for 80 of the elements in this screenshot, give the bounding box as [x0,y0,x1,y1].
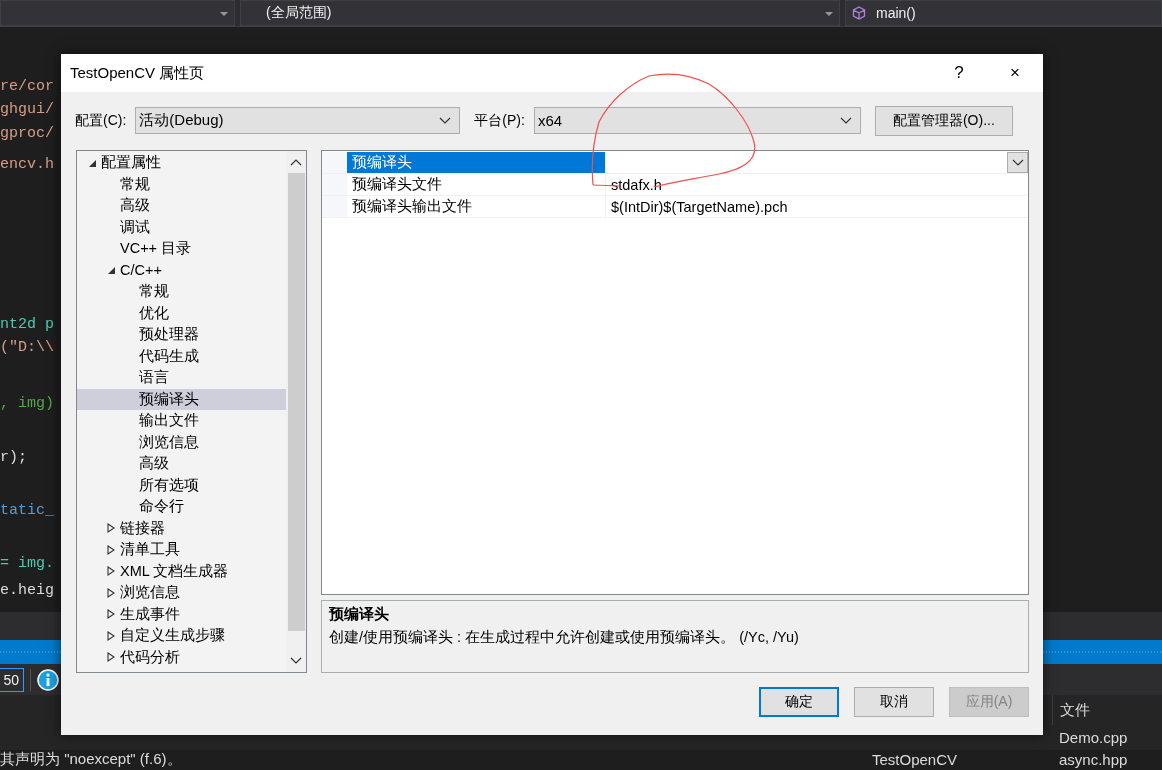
dropdown[interactable]: main() [845,0,1162,26]
column-header: 文件 [1052,695,1162,725]
code-text: re/cor [0,77,54,97]
dialog-button[interactable]: 取消 [854,687,934,717]
platform-label: 平台(P): [474,111,525,130]
chevron-down-icon [290,657,302,665]
tree-item[interactable]: 优化 [77,302,286,324]
window-title: TestOpenCV 属性页 [70,63,206,83]
tree-item[interactable]: 自定义生成步骤 [77,625,286,647]
description-text: 创建/使用预编译头 : 在生成过程中允许创建或使用预编译头。 (/Yc, /Yu) [329,628,800,647]
status-strip [0,640,61,664]
scrollbar-thumb[interactable] [287,173,305,631]
tree-item[interactable]: 调试 [77,216,286,238]
tree-item[interactable]: 预处理器 [77,324,286,346]
code-text: , img) [0,394,54,414]
tree-item[interactable]: 配置属性 [77,152,286,174]
tree-item[interactable]: 输出文件 [77,410,286,432]
configuration-manager-button[interactable]: 配置管理器(O)... [874,105,1013,136]
tree-item[interactable]: 链接器 [77,517,286,539]
caret-icon [220,12,228,16]
chevron-up-icon [290,158,302,166]
tree-item[interactable]: 预编译头 [77,388,286,410]
collapsed-triangle-icon[interactable] [106,566,116,577]
property-name[interactable]: 预编译头 [347,152,605,173]
code-text: e.heig [0,581,54,601]
property-name[interactable]: 预编译头文件 [347,174,605,195]
tree-item[interactable]: 浏览信息 [77,582,286,604]
tree-item[interactable]: 语言 [77,367,286,389]
tree-item[interactable]: 浏览信息 [77,431,286,453]
tree-item[interactable]: 命令行 [77,496,286,518]
tree-item[interactable]: VC++ 目录 [77,238,286,260]
tree-item[interactable]: 代码生成 [77,345,286,367]
code-text: = img. [0,554,54,574]
chevron-down-icon [1011,158,1024,167]
property-value[interactable]: stdafx.h [605,174,1028,195]
tree-item[interactable]: 清单工具 [77,539,286,561]
chevron-down-icon [439,116,452,125]
cube-icon [852,6,866,20]
zoom-field[interactable]: 50 [0,667,24,692]
collapsed-triangle-icon[interactable] [106,652,116,663]
dialog-button[interactable]: 确定 [759,687,839,717]
tree-item[interactable]: XML 文档生成器 [77,560,286,582]
code-text: tatic_ [0,501,54,521]
info-icon[interactable] [37,668,59,691]
tree-item[interactable]: 所有选项 [77,474,286,496]
property-name[interactable]: 预编译头输出文件 [347,196,605,217]
status-text: 其声明为 "noexcept" (f.6)。 [0,750,182,769]
tree-item[interactable]: 高级 [77,195,286,217]
code-text: r); [0,448,27,468]
tree-item[interactable]: C/C++ [77,259,286,281]
configuration-dropdown[interactable]: 活动(Debug) [135,107,461,134]
close-button[interactable]: × [987,54,1043,92]
code-text: ("D:\\ [0,338,54,358]
table-cell: TestOpenCV [872,751,958,768]
caret-icon [825,12,833,16]
dropdown-button[interactable] [1007,152,1028,173]
collapsed-triangle-icon[interactable] [106,609,116,620]
property-value[interactable]: $(IntDir)$(TargetName).pch [605,196,1028,217]
table-cell: Demo.cpp [1059,729,1128,746]
tree-item[interactable]: 生成事件 [77,603,286,625]
collapsed-triangle-icon[interactable] [106,630,116,641]
dropdown[interactable]: (全局范围) [240,0,840,26]
tree-item[interactable]: 常规 [77,281,286,303]
code-text: encv.h [0,155,54,175]
chevron-down-icon [839,116,852,125]
help-button[interactable]: ? [931,54,987,92]
tree-item[interactable]: 常规 [77,173,286,195]
collapsed-triangle-icon[interactable] [106,523,116,534]
platform-dropdown[interactable]: x64 [533,107,861,134]
config-label: 配置(C): [75,111,127,130]
table-cell: async.hpp [1059,751,1128,768]
tree-item[interactable]: 高级 [77,453,286,475]
expanded-triangle-icon[interactable] [106,265,116,276]
tree-item[interactable]: 代码分析 [77,646,286,668]
code-text: nt2d p [0,315,54,335]
code-text: gproc/ [0,124,54,144]
description-title: 预编译头 [329,605,390,624]
code-text: ghgui/ [0,100,54,120]
collapsed-triangle-icon[interactable] [106,544,116,555]
collapsed-triangle-icon[interactable] [106,587,116,598]
